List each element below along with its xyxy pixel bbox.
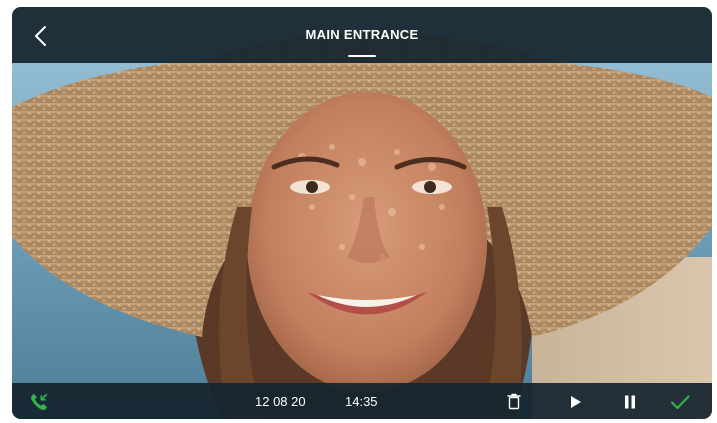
pause-icon	[625, 395, 635, 409]
intercom-screen: MAIN ENTRANCE 12 08 20 14:35	[12, 7, 712, 419]
trash-icon	[507, 393, 521, 410]
incoming-call-icon	[30, 393, 48, 411]
confirm-button[interactable]	[669, 391, 691, 413]
play-button[interactable]	[564, 391, 586, 413]
pause-button[interactable]	[619, 391, 641, 413]
time-display: 14:35	[345, 394, 378, 409]
footer-bar: 12 08 20 14:35	[12, 383, 712, 419]
camera-video-feed	[12, 7, 712, 419]
page-title: MAIN ENTRANCE	[305, 27, 419, 42]
call-button[interactable]	[28, 391, 50, 413]
title-underline	[348, 55, 376, 57]
play-icon	[571, 396, 581, 408]
header-bar: MAIN ENTRANCE	[12, 7, 712, 63]
checkmark-icon	[670, 395, 690, 410]
delete-button[interactable]	[503, 391, 525, 413]
date-display: 12 08 20	[255, 394, 306, 409]
